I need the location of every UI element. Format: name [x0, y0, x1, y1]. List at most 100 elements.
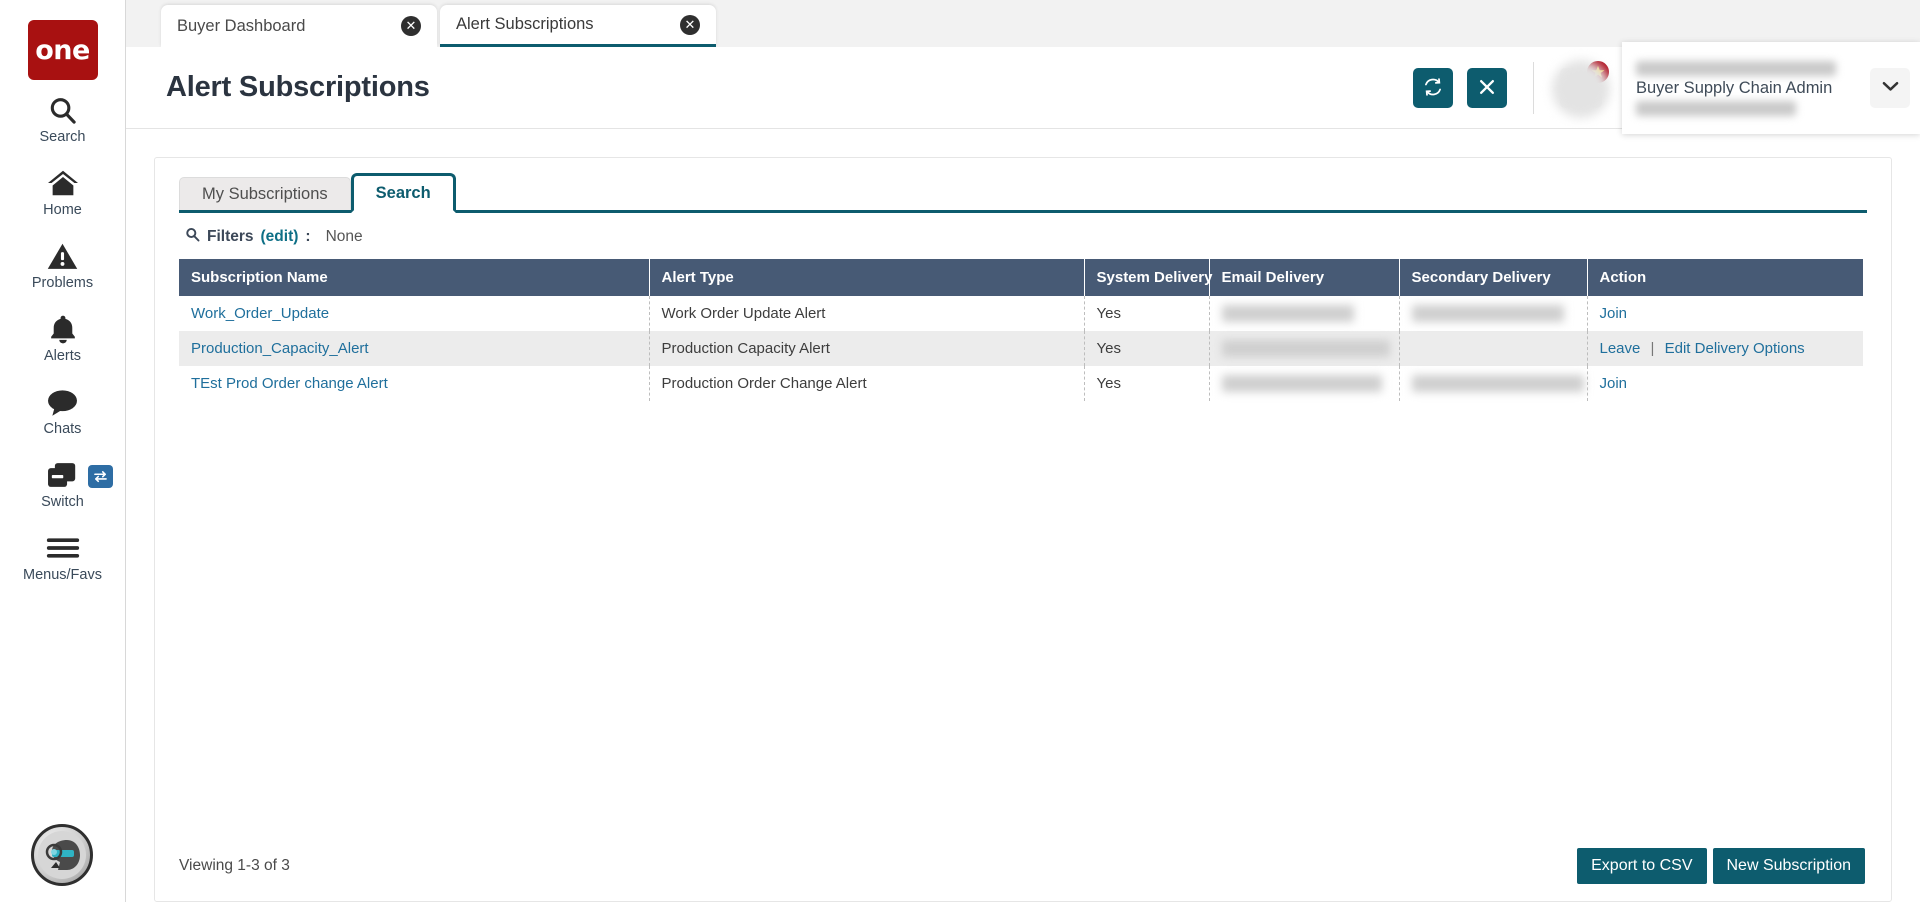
action-edit-delivery-options-link[interactable]: Edit Delivery Options	[1665, 340, 1805, 357]
filters-value: None	[326, 228, 363, 246]
filters-colon: :	[305, 228, 310, 246]
ai-assistant-avatar-icon[interactable]	[31, 824, 93, 886]
browser-tab-label: Alert Subscriptions	[456, 15, 594, 34]
cell-secondary-delivery	[1399, 296, 1587, 331]
sidebar-item-label: Menus/Favs	[23, 567, 102, 583]
page-card: Alert Subscriptions	[126, 47, 1920, 902]
sidebar-item-alerts[interactable]: Alerts	[0, 299, 126, 372]
page-title: Alert Subscriptions	[166, 71, 430, 104]
main-area: Buyer Dashboard ✕ Alert Subscriptions ✕ …	[126, 0, 1920, 902]
cell-alert-type: Production Capacity Alert	[649, 331, 1084, 366]
redacted-value	[1222, 375, 1382, 392]
hamburger-icon	[46, 531, 80, 565]
table-row[interactable]: Work_Order_Update Work Order Update Aler…	[179, 296, 1867, 331]
column-header-email-delivery[interactable]: Email Delivery	[1209, 259, 1399, 296]
cell-system-delivery: Yes	[1084, 331, 1209, 366]
user-name-redacted	[1636, 61, 1836, 76]
cell-alert-type: Work Order Update Alert	[649, 296, 1084, 331]
cell-email-delivery	[1209, 296, 1399, 331]
browser-tab-alert-subscriptions[interactable]: Alert Subscriptions ✕	[440, 5, 716, 47]
sidebar-item-switch[interactable]: Switch	[0, 445, 126, 518]
table-header: Subscription Name Alert Type System Deli…	[179, 259, 1867, 296]
warning-triangle-icon	[47, 239, 78, 273]
filters-bar: Filters (edit) : None	[179, 213, 1867, 259]
filters-label: Filters	[207, 228, 254, 246]
sidebar-item-label: Alerts	[44, 348, 81, 364]
column-header-action[interactable]: Action	[1587, 259, 1867, 296]
table-body: Work_Order_Update Work Order Update Aler…	[179, 296, 1867, 401]
user-role: Buyer Supply Chain Admin	[1636, 79, 1862, 98]
app-logo-text: one	[35, 35, 90, 66]
swap-arrows-icon[interactable]	[88, 465, 113, 488]
app-logo[interactable]: one	[28, 20, 98, 80]
redacted-value	[1412, 375, 1584, 392]
cell-subscription-name: Production_Capacity_Alert	[179, 331, 649, 366]
action-leave-link[interactable]: Leave	[1600, 340, 1641, 357]
tab-label: Search	[376, 184, 431, 203]
refresh-button[interactable]	[1413, 68, 1453, 108]
subscriptions-table: Subscription Name Alert Type System Deli…	[179, 259, 1867, 401]
browser-tab-label: Buyer Dashboard	[177, 17, 305, 36]
sidebar-item-label: Home	[43, 202, 82, 218]
action-join-link[interactable]: Join	[1600, 305, 1628, 322]
close-icon[interactable]: ✕	[401, 16, 421, 36]
chevron-down-icon	[1882, 79, 1899, 97]
cell-secondary-delivery	[1399, 331, 1587, 366]
tab-search[interactable]: Search	[351, 173, 456, 213]
sidebar-item-label: Search	[40, 129, 86, 145]
home-icon	[46, 166, 80, 200]
new-subscription-button[interactable]: New Subscription	[1713, 848, 1866, 884]
browser-tab-strip: Buyer Dashboard ✕ Alert Subscriptions ✕	[126, 0, 1920, 47]
user-info: Buyer Supply Chain Admin	[1636, 61, 1862, 116]
redacted-value	[1412, 305, 1564, 322]
panel-tabs: My Subscriptions Search	[179, 176, 1867, 213]
switch-windows-icon	[46, 458, 79, 492]
sidebar-item-label: Problems	[32, 275, 93, 291]
action-join-link[interactable]: Join	[1600, 375, 1628, 392]
action-separator: |	[1651, 340, 1655, 357]
search-icon	[185, 227, 200, 247]
cell-system-delivery: Yes	[1084, 296, 1209, 331]
close-x-icon	[1478, 78, 1496, 99]
tab-my-subscriptions[interactable]: My Subscriptions	[179, 177, 351, 210]
cell-secondary-delivery	[1399, 366, 1587, 401]
table-row[interactable]: Production_Capacity_Alert Production Cap…	[179, 331, 1867, 366]
sidebar-item-home[interactable]: Home	[0, 153, 126, 226]
sidebar-item-menus-favs[interactable]: Menus/Favs	[0, 518, 126, 591]
cell-action: Join	[1587, 366, 1867, 401]
export-to-csv-button[interactable]: Export to CSV	[1577, 848, 1706, 884]
column-header-alert-type[interactable]: Alert Type	[649, 259, 1084, 296]
avatar	[1552, 60, 1610, 118]
page-content: My Subscriptions Search Filters	[126, 129, 1920, 902]
bell-icon	[49, 312, 77, 346]
footer-buttons: Export to CSV New Subscription	[1577, 848, 1865, 884]
page-header: Alert Subscriptions	[126, 47, 1920, 129]
sidebar-item-chats[interactable]: Chats	[0, 372, 126, 445]
cell-alert-type: Production Order Change Alert	[649, 366, 1084, 401]
subscriptions-table-wrap: Subscription Name Alert Type System Deli…	[179, 259, 1867, 401]
subscriptions-panel: My Subscriptions Search Filters	[154, 157, 1892, 902]
user-profile-box[interactable]: Buyer Supply Chain Admin	[1622, 42, 1920, 134]
panel-footer: Viewing 1-3 of 3 Export to CSV New Subsc…	[155, 831, 1891, 901]
sidebar-item-problems[interactable]: Problems	[0, 226, 126, 299]
subscription-name-link[interactable]: Production_Capacity_Alert	[191, 340, 369, 357]
header-divider	[1533, 62, 1534, 114]
column-header-subscription-name[interactable]: Subscription Name	[179, 259, 649, 296]
table-row[interactable]: TEst Prod Order change Alert Production …	[179, 366, 1867, 401]
subscription-name-link[interactable]: TEst Prod Order change Alert	[191, 375, 388, 392]
sidebar-item-search[interactable]: Search	[0, 80, 126, 153]
cell-action: Leave | Edit Delivery Options	[1587, 331, 1867, 366]
browser-tab-buyer-dashboard[interactable]: Buyer Dashboard ✕	[161, 5, 437, 47]
viewing-count: Viewing 1-3 of 3	[179, 857, 290, 875]
column-header-secondary-delivery[interactable]: Secondary Delivery	[1399, 259, 1587, 296]
cell-email-delivery	[1209, 366, 1399, 401]
user-menu-button[interactable]	[1870, 68, 1910, 108]
table-right-edge	[1863, 259, 1867, 401]
redacted-value	[1222, 340, 1390, 357]
close-page-button[interactable]	[1467, 68, 1507, 108]
close-icon[interactable]: ✕	[680, 15, 700, 35]
subscription-name-link[interactable]: Work_Order_Update	[191, 305, 329, 322]
filters-edit-link[interactable]: (edit)	[261, 228, 299, 246]
column-header-system-delivery[interactable]: System Delivery	[1084, 259, 1209, 296]
cell-subscription-name: TEst Prod Order change Alert	[179, 366, 649, 401]
